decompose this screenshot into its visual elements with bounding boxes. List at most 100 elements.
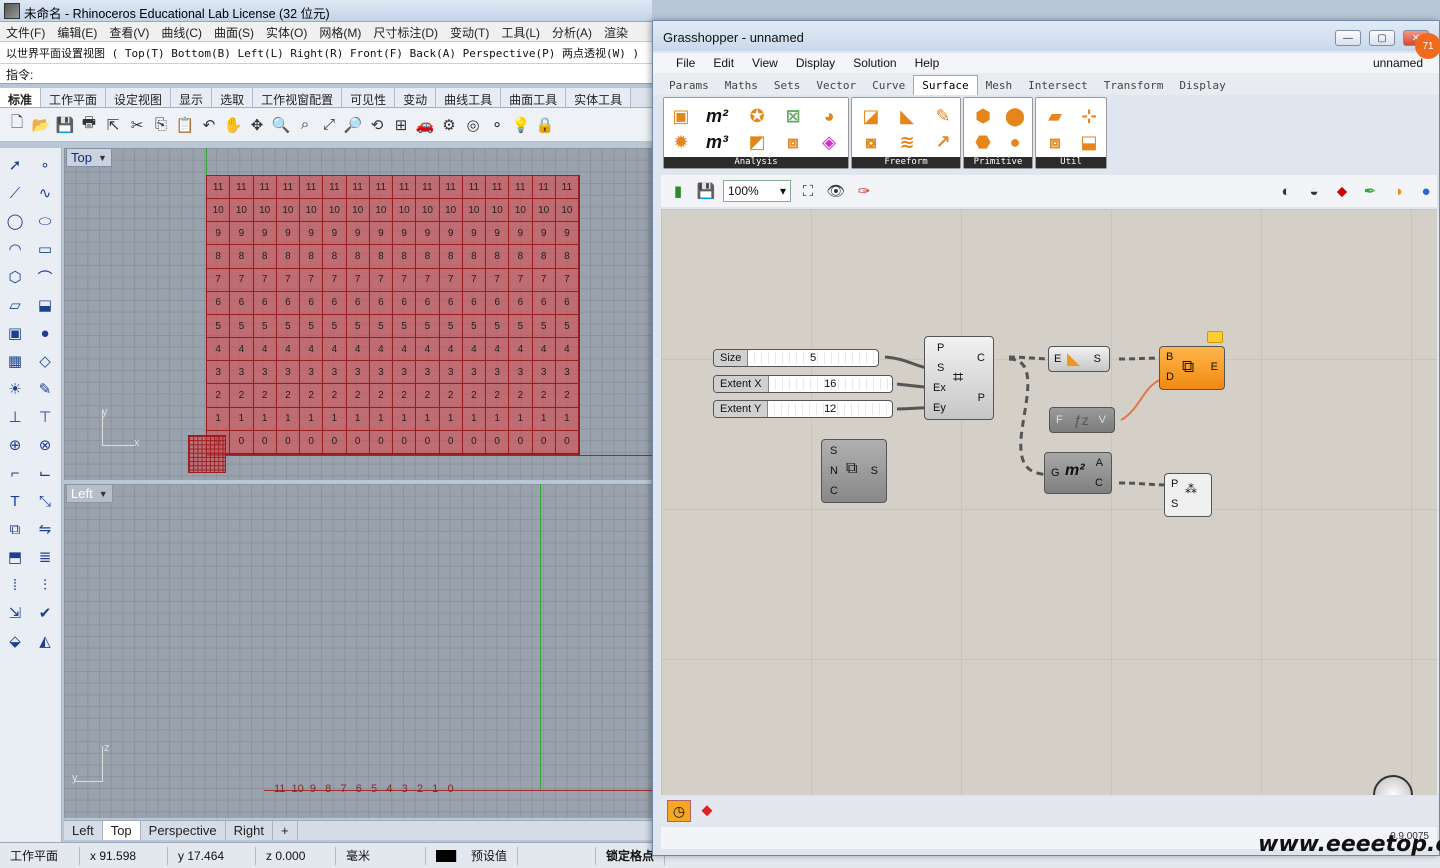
comp-square-grid[interactable]: P S Ex Ey C P ⌗ <box>924 336 994 420</box>
gh-tab-display[interactable]: Display <box>1171 76 1233 95</box>
cap-holes-icon[interactable]: ⬓ <box>1076 130 1102 154</box>
slider-size-value[interactable]: 5 <box>748 352 878 364</box>
boolean-split-icon[interactable]: ⊗ <box>32 434 58 456</box>
gh-tab-curve[interactable]: Curve <box>864 76 913 95</box>
tab-visibility[interactable]: 可见性 <box>342 88 396 107</box>
split-icon[interactable]: ⌙ <box>32 462 58 484</box>
document-preview-icon[interactable]: ● <box>1415 180 1437 202</box>
cylinder-icon[interactable]: ⬤ <box>1002 104 1028 128</box>
gh-menu-solution[interactable]: Solution <box>844 56 905 70</box>
gh-tab-intersect[interactable]: Intersect <box>1020 76 1096 95</box>
curve-icon[interactable]: ∿ <box>32 182 58 204</box>
group-icon[interactable]: ⧉ <box>2 518 28 540</box>
select-arrow-icon[interactable]: ➚ <box>2 154 28 176</box>
annotation-icon[interactable]: ⊤ <box>32 406 58 428</box>
gh-tab-transform[interactable]: Transform <box>1096 76 1172 95</box>
menu-dimension[interactable]: 尺寸标注(D) <box>367 22 444 41</box>
explode-icon[interactable]: ⤡ <box>32 490 58 512</box>
save-file-icon[interactable]: 💾 <box>695 180 717 202</box>
lock-icon[interactable]: 🔒 <box>534 114 556 136</box>
gh-menu-display[interactable]: Display <box>787 56 844 70</box>
shape-in-brep-icon[interactable]: ◈ <box>816 130 842 154</box>
gh-tab-sets[interactable]: Sets <box>766 76 809 95</box>
pencil-icon[interactable]: ✎ <box>32 378 58 400</box>
polyline-icon[interactable]: ⟋ <box>2 182 28 204</box>
network-surface-icon[interactable]: ⧇ <box>858 130 884 154</box>
surface-corner-icon[interactable]: ▱ <box>2 294 28 316</box>
add-viewport-tab-button[interactable]: + <box>273 821 298 840</box>
trim-icon[interactable]: ⌐ <box>2 462 28 484</box>
notification-badge[interactable]: 71 <box>1415 33 1440 59</box>
tab-viewport-layout[interactable]: 工作视窗配置 <box>253 88 343 107</box>
status-cplane[interactable]: 工作平面 <box>0 846 80 865</box>
save-icon[interactable]: 💾 <box>54 114 76 136</box>
zoom-dropdown[interactable]: 100% ▾ <box>723 180 791 202</box>
boundary-surface-icon[interactable]: ◣ <box>894 104 920 128</box>
circle-icon[interactable]: ◯ <box>2 210 28 232</box>
sketch-icon[interactable]: ✑ <box>853 180 875 202</box>
ellipse-icon[interactable]: ⬭ <box>32 210 58 232</box>
align-icon[interactable]: ⫶ <box>32 574 58 596</box>
pan-hand-icon[interactable]: ✋ <box>222 114 244 136</box>
check-icon[interactable]: ✔ <box>32 602 58 624</box>
red-grid-cells[interactable]: 11 11 11 11 11 11 11 11 11 11 11 11 11 11 11 11 10 10 10 10… <box>206 175 580 455</box>
sphere-icon[interactable]: ● <box>32 322 58 344</box>
comp-fz-disabled[interactable]: F ƒz V <box>1049 407 1115 433</box>
gh-tab-surface[interactable]: Surface <box>913 75 978 95</box>
isotrim-icon[interactable]: ⊹ <box>1076 104 1102 128</box>
slider-extent-y-value[interactable]: 12 <box>768 403 892 415</box>
zoom-window-icon[interactable]: ⌕ <box>294 114 316 136</box>
light-bulb-icon[interactable]: 💡 <box>510 114 532 136</box>
menu-solid[interactable]: 实体(O) <box>260 22 313 41</box>
comp-box-selected[interactable]: B D ⧉ E <box>1159 346 1225 390</box>
comp-point-list[interactable]: P S ⁂ <box>1164 473 1212 517</box>
block-icon[interactable]: ⬒ <box>2 546 28 568</box>
small-red-grid[interactable] <box>188 435 226 473</box>
menu-surface[interactable]: 曲面(S) <box>208 22 260 41</box>
extrude-icon[interactable]: ⬓ <box>32 294 58 316</box>
slider-extent-y[interactable]: Extent Y 12 <box>713 400 893 418</box>
viewport-top[interactable]: Top ▼ 11 11 11 11 11 11 11 11 11 11 11 11 11 11 11 11 10 1… <box>64 148 652 480</box>
domain-box-icon[interactable]: ⬣ <box>970 130 996 154</box>
gh-tab-mesh[interactable]: Mesh <box>978 76 1021 95</box>
menu-curve[interactable]: 曲线(C) <box>155 22 208 41</box>
brep-edges-icon[interactable]: ✹ <box>668 130 694 154</box>
gh-menu-file[interactable]: File <box>667 56 704 70</box>
gh-tab-vector[interactable]: Vector <box>808 76 864 95</box>
gh-tab-params[interactable]: Params <box>661 76 717 95</box>
new-file-icon[interactable]: 🗋 <box>6 114 28 136</box>
vp-tab-top[interactable]: Top <box>102 821 141 840</box>
cplane-icon[interactable]: ◎ <box>462 114 484 136</box>
bake-icon[interactable]: ✒ <box>1359 180 1381 202</box>
undo-icon[interactable]: ↶ <box>198 114 220 136</box>
tab-cplane[interactable]: 工作平面 <box>41 88 107 107</box>
vp-tab-perspective[interactable]: Perspective <box>141 821 226 840</box>
gh-menu-edit[interactable]: Edit <box>704 56 743 70</box>
deconstruct-brep-icon[interactable]: ◩ <box>744 130 770 154</box>
dimension-icon[interactable]: ⊥ <box>2 406 28 428</box>
render-mesh-icon[interactable]: ⬙ <box>2 630 28 652</box>
move-icon[interactable]: ✥ <box>246 114 268 136</box>
center-box-icon[interactable]: ⬢ <box>970 104 996 128</box>
cut-icon[interactable]: ✂ <box>126 114 148 136</box>
point-tool-icon[interactable]: ∘ <box>32 154 58 176</box>
slider-extent-x-value[interactable]: 16 <box>768 378 892 390</box>
principal-curvature-icon[interactable]: ◕ <box>816 104 842 128</box>
comp-text-tag[interactable]: S N C ⧉ S <box>821 439 887 503</box>
fillet-icon[interactable]: ⌒ <box>32 266 58 288</box>
print-icon[interactable]: 🖶 <box>78 114 100 136</box>
tab-standard[interactable]: 标准 <box>0 88 42 107</box>
gh-tab-maths[interactable]: Maths <box>717 76 766 95</box>
point-icon[interactable]: ⚬ <box>486 114 508 136</box>
tab-set-view[interactable]: 设定视图 <box>106 88 172 107</box>
text-icon[interactable]: T <box>2 490 28 512</box>
plane-icon[interactable]: ◇ <box>32 350 58 372</box>
export-icon[interactable]: ⇱ <box>102 114 124 136</box>
arc-icon[interactable]: ◠ <box>2 238 28 260</box>
viewport-top-label[interactable]: Top ▼ <box>66 148 112 167</box>
tab-display[interactable]: 显示 <box>171 88 213 107</box>
material-icon[interactable]: ◭ <box>32 630 58 652</box>
preview-selected-icon[interactable]: ⬥ <box>1331 180 1353 202</box>
viewport-left-label[interactable]: Left ▼ <box>66 484 113 503</box>
clock-icon[interactable]: ◷ <box>667 800 691 822</box>
